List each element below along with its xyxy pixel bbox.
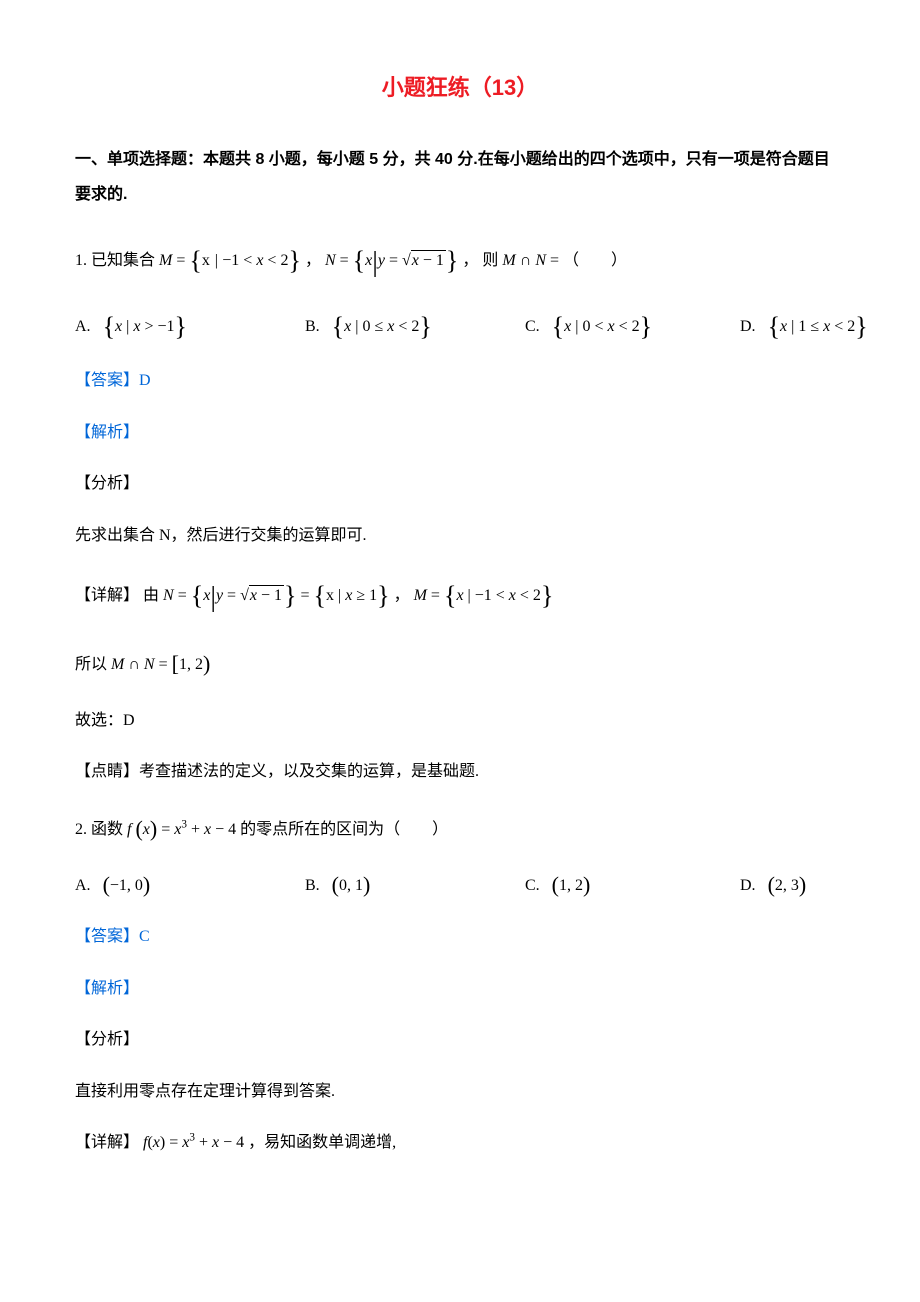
q2-stem: 2. 函数 f (x) = x3 + x − 4 的零点所在的区间为（ ） (75, 811, 845, 846)
q1-opt-d-label: D. (740, 318, 756, 335)
q2-options: A. (−1, 0) B. (0, 1) C. (1, 2) D. (2, 3) (75, 872, 845, 898)
q1-stem-post: ， 则 (462, 252, 502, 269)
section-header: 一、单项选择题：本题共 8 小题，每小题 5 分，共 40 分.在每小题给出的四… (75, 142, 845, 212)
document-title: 小题狂练（13） (75, 70, 845, 102)
q2-fenxi-text: 直接利用零点存在定理计算得到答案. (75, 1079, 845, 1105)
q1-N-sqrt-arg: x − 1 (411, 250, 446, 269)
q1-fenxi-text: 先求出集合 N，然后进行交集的运算即可. (75, 523, 845, 549)
q1-fenxi-label: 【分析】 (75, 471, 845, 497)
q1-detail-mid: ， (394, 587, 414, 604)
q1-so: 所以 M ∩ N = [1, 2) (75, 646, 845, 681)
q1-detail-M: M (414, 587, 427, 604)
q2-detail-post: ，易知函数单调递增, (248, 1134, 396, 1151)
q2-stem-post: 的零点所在的区间为（ ） (240, 821, 448, 838)
q1-answer-val: D (139, 372, 151, 389)
q1-detail-pre: 由 (143, 587, 163, 604)
q1-opt-a-label: A. (75, 318, 91, 335)
q1-stem-pre: 1. 已知集合 (75, 252, 159, 269)
q1-MN: M ∩ N (502, 252, 546, 269)
q1-M-body: x | −1 < x < 2 (202, 252, 289, 269)
q1-M-eq: = (172, 252, 189, 269)
q2-stem-pre: 2. 函数 (75, 821, 127, 838)
q1-opt-c-label: C. (525, 318, 540, 335)
q1-so-pre: 所以 (75, 656, 111, 673)
q1-opt-b-label: B. (305, 318, 320, 335)
q1-jiexi: 【解析】 (75, 420, 845, 446)
q2-opt-a-label: A. (75, 877, 91, 894)
q1-dianjing: 【点睛】考查描述法的定义，以及交集的运算，是基础题. (75, 759, 845, 785)
q1-N: N (325, 252, 336, 269)
q1-N-eq: = (336, 252, 353, 269)
q1-answer-label: 【答案】 (75, 372, 139, 389)
q1-N-y: y (378, 252, 385, 269)
q1-detail: 【详解】 由 N = {x|y = √x − 1} = {x | x ≥ 1} … (75, 575, 845, 621)
q1-stem: 1. 已知集合 M = {x | −1 < x < 2} ， N = {x|y … (75, 240, 845, 286)
q1-answer: 【答案】D (75, 368, 845, 394)
q1-N-yeq: = (385, 252, 402, 269)
q1-guxuan: 故选：D (75, 708, 845, 734)
q2-answer-label: 【答案】 (75, 928, 139, 945)
q2-answer-val: C (139, 928, 150, 945)
q1-dianjing-text: 考查描述法的定义，以及交集的运算，是基础题. (139, 763, 479, 780)
q2-jiexi: 【解析】 (75, 976, 845, 1002)
q2-opt-c-label: C. (525, 877, 540, 894)
q2-opt-b-label: B. (305, 877, 320, 894)
q1-options: A. {x | x > −1} B. {x | 0 ≤ x < 2} C. {x… (75, 312, 845, 342)
q2-detail: 【详解】 f(x) = x3 + x − 4 ，易知函数单调递增, (75, 1130, 845, 1156)
q2-fenxi-label: 【分析】 (75, 1027, 845, 1053)
q1-detail-label: 【详解】 (75, 587, 139, 604)
q2-opt-d-label: D. (740, 877, 756, 894)
q1-stem-mid: ， (305, 252, 325, 269)
q2-detail-label: 【详解】 (75, 1134, 139, 1151)
q2-answer: 【答案】C (75, 924, 845, 950)
q1-eq-post: = （ ） (550, 252, 627, 269)
q1-M: M (159, 252, 172, 269)
q1-dianjing-label: 【点睛】 (75, 763, 139, 780)
q1-detail-N: N (163, 587, 174, 604)
q1-detail-Neq: = (174, 587, 191, 604)
